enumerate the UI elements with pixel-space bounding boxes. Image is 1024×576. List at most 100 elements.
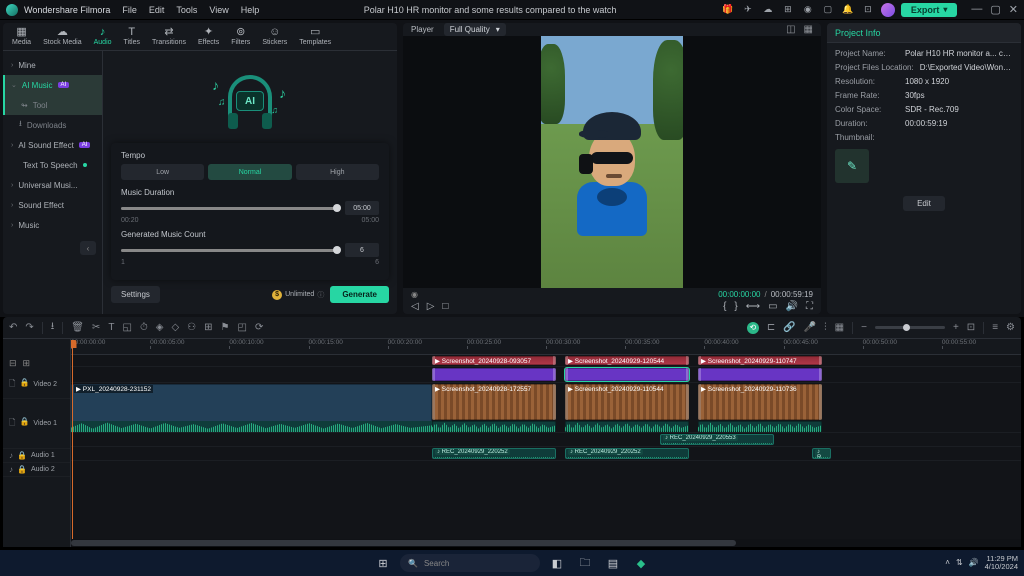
tab-effects[interactable]: ✦Effects xyxy=(193,25,224,48)
lane-video2-upper[interactable]: ▶ Screenshot_20240928-093057 ▶ Screenshot… xyxy=(71,355,1021,367)
gift-icon[interactable]: 🎁 xyxy=(721,3,735,17)
tab-filters[interactable]: ⊚Filters xyxy=(226,25,255,48)
count-slider[interactable] xyxy=(121,249,337,252)
redo-button[interactable]: ↷ xyxy=(25,322,33,333)
track-header-video1[interactable]: 🗋🔒Video 1 xyxy=(3,399,70,449)
more-tool[interactable]: ⟳ xyxy=(255,322,263,333)
taskbar-clock[interactable]: 11:29 PM4/10/2024 xyxy=(985,555,1018,572)
tab-titles[interactable]: TTitles xyxy=(119,25,145,48)
compare-icon[interactable]: ◫ xyxy=(786,24,795,35)
explorer-button[interactable]: 🗀 xyxy=(574,554,596,572)
timeline-clip[interactable] xyxy=(565,368,689,381)
magnet-toggle[interactable]: ⊏ xyxy=(767,322,775,333)
stop-button[interactable]: □ xyxy=(442,301,448,312)
tab-media[interactable]: ▦Media xyxy=(7,25,36,48)
mark-out-icon[interactable]: } xyxy=(734,301,737,312)
undo-button[interactable]: ↶ xyxy=(9,322,17,333)
timeline-clip-audio[interactable] xyxy=(432,421,556,432)
cloud-icon[interactable]: ☁ xyxy=(761,3,775,17)
timeline-clip-audio[interactable] xyxy=(71,421,432,432)
tab-transitions[interactable]: ⇄Transitions xyxy=(147,25,191,48)
track-header-video2[interactable]: 🗋🔒Video 2 xyxy=(3,371,70,399)
link-toggle[interactable]: 🔗 xyxy=(783,322,795,333)
pointer-tool[interactable]: ⭳ xyxy=(51,319,55,336)
quality-select[interactable]: Full Quality▾ xyxy=(444,23,506,36)
tempo-low[interactable]: Low xyxy=(121,164,204,180)
close-button[interactable]: ✕ xyxy=(1009,3,1018,16)
mute-icon[interactable]: ♪ xyxy=(9,465,13,474)
timeline-clip[interactable]: ▶ Screenshot_20240928-093057 xyxy=(432,356,556,365)
sidebar-item-downloads[interactable]: ⭳Downloads xyxy=(3,115,102,135)
lane-audio2[interactable]: ♪ REC_20240929_220252 ♪ REC_20240929_2202… xyxy=(71,447,1021,461)
timeline-audio-clip[interactable]: ♪ REC_20240929_220252 xyxy=(565,448,689,459)
menu-view[interactable]: View xyxy=(209,5,228,15)
list-view-button[interactable]: ≡ xyxy=(992,322,998,333)
grid-icon[interactable]: ⊡ xyxy=(861,3,875,17)
sidebar-collapse-button[interactable]: ‹ xyxy=(80,241,96,255)
timeline-clip[interactable]: ▶ Screenshot_20240929-110736 xyxy=(698,384,822,420)
thumbnail-box[interactable]: ✎ xyxy=(835,149,869,183)
user-avatar[interactable] xyxy=(881,3,895,17)
player-viewport[interactable] xyxy=(403,36,821,288)
lock-icon[interactable]: 🔒 xyxy=(17,451,27,460)
duration-slider[interactable] xyxy=(121,207,337,210)
settings-button[interactable]: Settings xyxy=(111,286,160,303)
timeline-clip[interactable]: ▶ Screenshot_20240929-120544 xyxy=(565,356,689,365)
timeline-clip[interactable]: ▶ Screenshot_20240929-110544 xyxy=(565,384,689,420)
tracks-area[interactable]: 00:00:00:0000:00:05:0000:00:10:0000:00:1… xyxy=(71,339,1021,547)
picture-in-picture-tool[interactable]: ◰ xyxy=(237,322,246,333)
mute-icon[interactable]: 🗋 xyxy=(9,417,15,431)
menu-edit[interactable]: Edit xyxy=(149,5,165,15)
bell-icon[interactable]: 🔔 xyxy=(841,3,855,17)
volume-icon[interactable]: 🔊 xyxy=(969,559,979,568)
timeline-clip-audio[interactable] xyxy=(565,421,689,432)
time-ruler[interactable]: 00:00:00:0000:00:05:0000:00:10:0000:00:1… xyxy=(71,339,1021,355)
track-options-icon[interactable]: ⊞ xyxy=(23,358,31,369)
tempo-normal[interactable]: Normal xyxy=(208,164,291,180)
zoom-in-button[interactable]: + xyxy=(953,322,959,333)
player-tab[interactable]: Player xyxy=(411,25,434,34)
render-button[interactable]: ▦ xyxy=(835,322,844,333)
lock-icon[interactable]: 🔒 xyxy=(19,378,29,392)
zoom-fit-button[interactable]: ⊡ xyxy=(967,322,975,333)
share-icon[interactable]: ✈ xyxy=(741,3,755,17)
mute-icon[interactable]: 🗋 xyxy=(9,378,15,392)
lane-video2-lower[interactable] xyxy=(71,367,1021,383)
mark-in-icon[interactable]: { xyxy=(723,301,726,312)
edit-button[interactable]: Edit xyxy=(903,196,945,211)
duration-value[interactable]: 05:00 xyxy=(345,201,379,215)
tab-stock-media[interactable]: ☁Stock Media xyxy=(38,25,87,48)
sidebar-item-mine[interactable]: ›Mine xyxy=(3,55,102,75)
screenshot-icon[interactable]: ▭ xyxy=(768,301,777,312)
count-value[interactable]: 6 xyxy=(345,243,379,257)
filmora-taskbar-icon[interactable]: ◆ xyxy=(630,554,652,572)
lock-icon[interactable]: 🔒 xyxy=(17,465,27,474)
lane-video1[interactable]: ▶ PXL_20240928-231152▶ Screenshot_202409… xyxy=(71,383,1021,433)
wifi-icon[interactable]: ⇅ xyxy=(956,559,963,568)
tempo-high[interactable]: High xyxy=(296,164,379,180)
sidebar-item-tool[interactable]: ↬Tool xyxy=(3,95,102,115)
timeline-audio-clip[interactable]: ♪ REC_20240929_220252 xyxy=(432,448,556,459)
record-icon[interactable]: ◉ xyxy=(801,3,815,17)
volume-icon[interactable]: 🔊 xyxy=(786,301,798,312)
sidebar-item-universal-music[interactable]: ›Universal Musi... xyxy=(3,175,102,195)
crop-tool[interactable]: ◱ xyxy=(122,322,131,333)
sidebar-item-tts[interactable]: Text To Speech xyxy=(3,155,102,175)
mixer-button[interactable]: ⫶ xyxy=(824,322,827,333)
sidebar-item-ai-music[interactable]: ⌄AI MusicAI xyxy=(3,75,102,95)
timeline-clip[interactable]: ▶ Screenshot_20240929-110747 xyxy=(698,356,822,365)
timeline-clip[interactable] xyxy=(432,368,556,381)
group-tool[interactable]: ⊞ xyxy=(204,322,212,333)
zoom-slider[interactable] xyxy=(875,326,945,329)
marker-tool[interactable]: ⚑ xyxy=(221,322,230,333)
task-view-button[interactable]: ◧ xyxy=(546,554,568,572)
zoom-out-button[interactable]: − xyxy=(861,322,867,333)
sidebar-item-ai-sound-effect[interactable]: ›AI Sound EffectAI xyxy=(3,135,102,155)
playhead-handle[interactable] xyxy=(71,340,77,348)
speed-tool[interactable]: ⏱ xyxy=(140,322,148,333)
tv-icon[interactable]: ▢ xyxy=(821,3,835,17)
system-tray[interactable]: ˄ ⇅ 🔊 11:29 PM4/10/2024 xyxy=(945,555,1018,572)
sidebar-item-music[interactable]: ›Music xyxy=(3,215,102,235)
fullscreen-icon[interactable]: ⛶ xyxy=(806,301,813,312)
timeline-clip[interactable] xyxy=(698,368,822,381)
